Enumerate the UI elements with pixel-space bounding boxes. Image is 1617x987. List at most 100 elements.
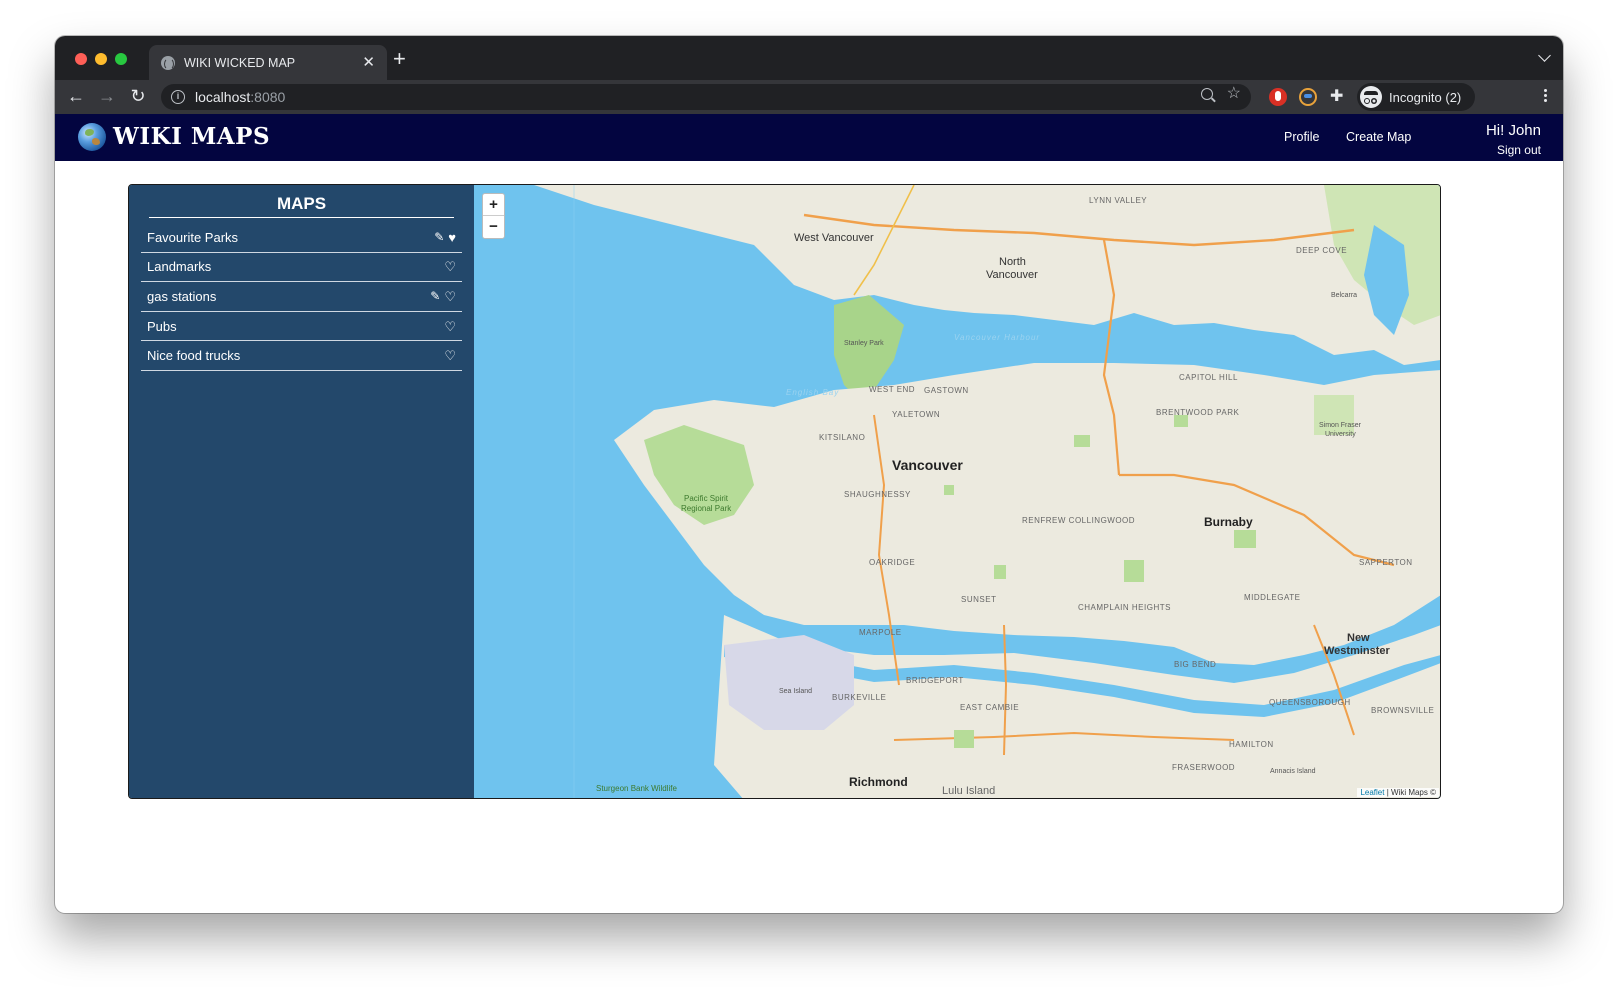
map-label-burkeville: BURKEVILLE xyxy=(832,693,886,702)
map-item-label[interactable]: Favourite Parks xyxy=(147,230,238,245)
map-label-belcarra: Belcarra xyxy=(1331,292,1357,299)
forward-button[interactable]: → xyxy=(96,85,118,107)
map-label-queensborough: QUEENSBOROUGH xyxy=(1269,698,1351,707)
heart-outline-icon[interactable]: ♡ xyxy=(444,349,456,362)
tab-title: WIKI WICKED MAP xyxy=(184,55,296,70)
map-label-sea-island: Sea Island xyxy=(779,688,812,695)
map-label-new-westminster: New xyxy=(1347,632,1370,644)
edit-pencil-icon[interactable]: ✎ xyxy=(430,290,440,302)
browser-window: WIKI WICKED MAP ✕ + ← → ↻ i localhost:80… xyxy=(55,36,1563,913)
heart-filled-icon[interactable]: ♥ xyxy=(448,231,456,244)
sign-out-link[interactable]: Sign out xyxy=(1497,143,1541,157)
map-label-stanley-park: Stanley Park xyxy=(844,340,884,347)
map-label-burnaby: Burnaby xyxy=(1204,515,1253,529)
maps-title: MAPS xyxy=(149,194,454,218)
map-item-actions: ♡ xyxy=(444,260,456,273)
maximize-window-button[interactable] xyxy=(115,53,127,65)
nav-create-map-link[interactable]: Create Map xyxy=(1346,130,1411,144)
map-label-hamilton: HAMILTON xyxy=(1229,740,1274,749)
zoom-in-button[interactable]: + xyxy=(483,194,504,216)
incognito-label: Incognito (2) xyxy=(1389,89,1462,105)
map-tiles: Vancouver North Vancouver West Vancouver… xyxy=(474,185,1440,798)
minimize-window-button[interactable] xyxy=(95,53,107,65)
map-label-east-cambie: EAST CAMBIE xyxy=(960,703,1019,712)
url-host: localhost xyxy=(195,89,251,105)
extension-red-icon[interactable] xyxy=(1269,88,1287,106)
map-label-brentwood: BRENTWOOD PARK xyxy=(1156,408,1239,417)
map-label-bridgeport: BRIDGEPORT xyxy=(906,676,964,685)
url-text: localhost:8080 xyxy=(195,89,285,105)
map-list: Favourite Parks ✎ ♥ Landmarks ♡ gas stat… xyxy=(141,223,462,371)
map-label-fraserwood: FRASERWOOD xyxy=(1172,763,1235,772)
map-label-brownsville: BROWNSVILLE xyxy=(1371,706,1434,715)
map-label-pacific-spirit-2: Regional Park xyxy=(681,504,732,513)
bookmark-star-icon[interactable]: ☆ xyxy=(1227,86,1241,102)
incognito-icon xyxy=(1360,86,1382,108)
address-bar-actions: ☆ xyxy=(1200,86,1241,102)
map-label-sunset: SUNSET xyxy=(961,595,996,604)
app-header: WIKI MAPS Profile Create Map Hi! John Si… xyxy=(55,114,1563,161)
map-list-item[interactable]: Pubs ♡ xyxy=(141,312,462,342)
map-label-lynn-valley: LYNN VALLEY xyxy=(1089,196,1147,205)
back-button[interactable]: ← xyxy=(65,85,87,107)
map-label-deep-cove: DEEP COVE xyxy=(1296,246,1347,255)
map-item-label[interactable]: Landmarks xyxy=(147,259,211,274)
globe-logo-icon[interactable] xyxy=(78,123,106,151)
map-label-kitsilano: KITSILANO xyxy=(819,433,865,442)
globe-icon xyxy=(161,55,175,70)
map-label-oakridge: OAKRIDGE xyxy=(869,558,915,567)
incognito-profile-button[interactable]: Incognito (2) xyxy=(1357,83,1475,111)
reload-button[interactable]: ↻ xyxy=(127,85,149,107)
heart-outline-icon[interactable]: ♡ xyxy=(444,320,456,333)
map-item-label[interactable]: Nice food trucks xyxy=(147,348,240,363)
zoom-icon[interactable] xyxy=(1200,88,1213,100)
map-label-yaletown: YALETOWN xyxy=(892,410,940,419)
map-list-item[interactable]: Favourite Parks ✎ ♥ xyxy=(141,223,462,253)
map-list-item[interactable]: Landmarks ♡ xyxy=(141,253,462,283)
map-label-north-vancouver-2: Vancouver xyxy=(986,269,1038,281)
app-logo[interactable]: WIKI MAPS xyxy=(113,123,270,150)
map-label-marpole: MARPOLE xyxy=(859,628,902,637)
extension-owl-icon[interactable] xyxy=(1299,88,1317,106)
map-attribution: Leaflet | Wiki Maps © xyxy=(1357,788,1439,797)
map-label-new-westminster-2: Westminster xyxy=(1324,645,1391,657)
browser-tab[interactable]: WIKI WICKED MAP ✕ xyxy=(149,45,387,80)
browser-toolbar: ← → ↻ i localhost:8080 ☆ ✚ Incognito (2) xyxy=(55,80,1563,114)
address-bar[interactable]: i localhost:8080 ☆ xyxy=(161,84,1251,110)
map-label-renfrew: RENFREW COLLINGWOOD xyxy=(1022,516,1135,525)
close-window-button[interactable] xyxy=(75,53,87,65)
info-icon[interactable]: i xyxy=(171,90,185,104)
map-item-actions: ✎ ♡ xyxy=(430,290,456,303)
map-item-actions: ♡ xyxy=(444,320,456,333)
map-label-sturgeon: Sturgeon Bank Wildlife xyxy=(596,784,677,793)
map-label-richmond: Richmond xyxy=(849,775,908,789)
close-tab-icon[interactable]: ✕ xyxy=(362,55,375,70)
map-list-item[interactable]: gas stations ✎ ♡ xyxy=(141,282,462,312)
zoom-out-button[interactable]: − xyxy=(483,216,504,238)
map-label-annacis: Annacis Island xyxy=(1270,768,1316,775)
map-view[interactable]: Vancouver North Vancouver West Vancouver… xyxy=(474,185,1440,798)
map-label-champlain: CHAMPLAIN HEIGHTS xyxy=(1078,603,1171,612)
map-label-big-bend: BIG BEND xyxy=(1174,660,1216,669)
browser-menu-icon[interactable] xyxy=(1544,89,1547,92)
heart-outline-icon[interactable]: ♡ xyxy=(444,260,456,273)
extensions-puzzle-icon[interactable]: ✚ xyxy=(1330,86,1343,106)
edit-pencil-icon[interactable]: ✎ xyxy=(434,231,444,243)
map-label-sapperton: SAPPERTON xyxy=(1359,558,1413,567)
map-item-label[interactable]: Pubs xyxy=(147,319,177,334)
map-label-sfu: Simon Fraser xyxy=(1319,422,1362,429)
map-label-middlegate: MIDDLEGATE xyxy=(1244,593,1300,602)
nav-profile-link[interactable]: Profile xyxy=(1284,130,1319,144)
new-tab-button[interactable]: + xyxy=(393,48,406,70)
zoom-control: + − xyxy=(482,193,505,239)
heart-outline-icon[interactable]: ♡ xyxy=(444,290,456,303)
leaflet-link[interactable]: Leaflet xyxy=(1360,788,1384,797)
attribution-text: | Wiki Maps © xyxy=(1384,788,1436,797)
chevron-down-icon[interactable] xyxy=(1538,49,1551,62)
map-label-shaughnessy: SHAUGHNESSY xyxy=(844,490,911,499)
map-list-item[interactable]: Nice food trucks ♡ xyxy=(141,341,462,371)
map-label-north-vancouver: North xyxy=(999,256,1026,268)
map-label-vancouver-harbour: Vancouver Harbour xyxy=(954,333,1040,342)
map-item-label[interactable]: gas stations xyxy=(147,289,216,304)
main-panel: MAPS Favourite Parks ✎ ♥ Landmarks ♡ gas… xyxy=(128,184,1441,799)
